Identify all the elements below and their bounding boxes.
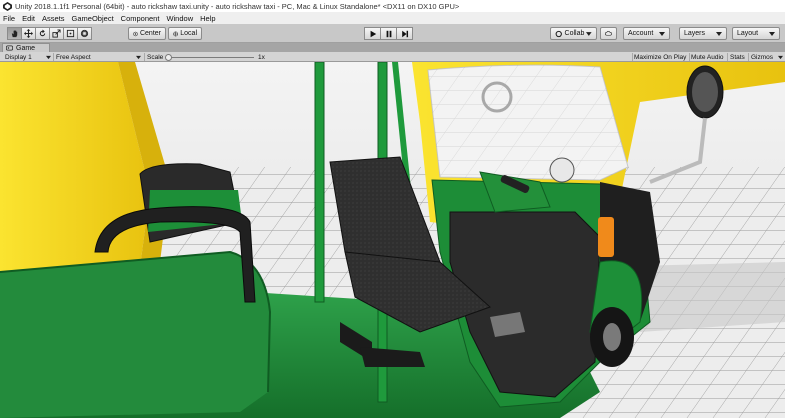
divider — [53, 53, 54, 61]
main-toolbar: Center Local Collab Account Layers Layou… — [0, 24, 785, 43]
tab-game-label: Game — [16, 44, 36, 52]
move-arrows-icon — [24, 29, 33, 38]
chevron-down-icon — [716, 31, 722, 36]
tab-game[interactable]: Game — [2, 43, 50, 52]
scale-icon — [52, 29, 61, 38]
window-title: Unity 2018.1.1f1 Personal (64bit) - auto… — [15, 1, 460, 11]
menu-bar: File Edit Assets GameObject Component Wi… — [0, 12, 785, 24]
pause-button[interactable] — [380, 27, 397, 40]
hand-tool-button[interactable] — [7, 27, 22, 40]
rect-tool-button[interactable] — [63, 27, 78, 40]
collab-button[interactable]: Collab — [550, 27, 597, 40]
speedometer — [549, 157, 575, 183]
step-icon — [401, 30, 408, 37]
side-mirror-glass — [692, 72, 718, 112]
rotate-icon — [39, 29, 46, 37]
mute-audio-toggle[interactable]: Mute Audio — [691, 52, 724, 62]
layers-dropdown: Layers — [679, 27, 727, 40]
account-label: Account — [628, 30, 654, 37]
rect-icon — [66, 29, 75, 38]
gizmos-label: Gizmos — [751, 53, 774, 61]
unity-logo-icon — [2, 1, 12, 11]
display-dropdown[interactable]: Display 1 — [5, 52, 51, 62]
scale-slider-thumb[interactable] — [165, 54, 172, 61]
cloud-button[interactable] — [600, 27, 617, 40]
menu-gameobject[interactable]: GameObject — [72, 14, 114, 23]
menu-window[interactable]: Window — [166, 14, 193, 23]
layers-label: Layers — [684, 30, 706, 37]
pause-icon — [386, 30, 391, 37]
menu-help[interactable]: Help — [200, 14, 215, 23]
layout-dropdown: Layout — [732, 27, 780, 40]
transform-tool-button[interactable] — [77, 27, 92, 40]
game-tab-bar: Game — [0, 43, 785, 52]
divider — [727, 53, 728, 61]
chevron-down-icon — [586, 31, 592, 36]
step-button[interactable] — [396, 27, 413, 40]
transform-tools — [7, 27, 92, 40]
game-controller-icon — [6, 45, 13, 51]
game-control-bar: Display 1 Free Aspect Scale 1x Maximize … — [0, 52, 785, 62]
chevron-down-icon — [46, 55, 51, 59]
pivot-center-button[interactable]: Center — [128, 27, 166, 40]
layout-button[interactable]: Layout — [732, 27, 780, 40]
scale-tool-button[interactable] — [49, 27, 64, 40]
chevron-down-icon — [778, 55, 783, 59]
gizmos-dropdown[interactable]: Gizmos — [751, 52, 783, 62]
divider — [689, 53, 690, 61]
stats-toggle[interactable]: Stats — [730, 52, 745, 62]
collab-group: Collab — [550, 27, 617, 40]
seat-cushion — [0, 252, 270, 418]
hand-icon — [11, 30, 18, 38]
collab-label: Collab — [564, 30, 585, 37]
menu-assets[interactable]: Assets — [42, 14, 65, 23]
display-label: Display 1 — [5, 53, 32, 61]
playmode-controls — [364, 27, 413, 40]
divider — [144, 53, 145, 61]
divider — [748, 53, 749, 61]
scale-value: 1x — [258, 53, 265, 61]
account-dropdown: Account — [623, 27, 670, 40]
chevron-down-icon — [136, 55, 141, 59]
pivot-space-button[interactable]: Local — [168, 27, 202, 40]
menu-edit[interactable]: Edit — [22, 14, 35, 23]
scale-label: Scale — [147, 53, 164, 61]
wheel-hub — [603, 323, 621, 351]
account-button[interactable]: Account — [623, 27, 670, 40]
transform-icon — [80, 29, 89, 38]
maximize-on-play-toggle[interactable]: Maximize On Play — [634, 52, 686, 62]
aspect-label: Free Aspect — [56, 53, 91, 61]
menu-component[interactable]: Component — [121, 14, 160, 23]
divider — [632, 53, 633, 61]
collab-icon — [555, 30, 562, 37]
layers-button[interactable]: Layers — [679, 27, 727, 40]
aspect-dropdown[interactable]: Free Aspect — [56, 52, 141, 62]
pole-left — [314, 62, 325, 303]
pivot-icon — [133, 31, 138, 36]
scale-slider-track[interactable] — [169, 57, 254, 58]
move-tool-button[interactable] — [21, 27, 36, 40]
rotate-tool-button[interactable] — [35, 27, 50, 40]
local-space-icon — [173, 31, 179, 36]
play-button[interactable] — [364, 27, 381, 40]
scene-render — [0, 62, 785, 418]
chevron-down-icon — [659, 31, 665, 36]
indicator-light — [598, 217, 614, 257]
layout-label: Layout — [737, 30, 759, 37]
title-bar: Unity 2018.1.1f1 Personal (64bit) - auto… — [0, 0, 785, 12]
game-viewport[interactable] — [0, 62, 785, 418]
cloud-icon — [605, 31, 612, 36]
menu-file[interactable]: File — [3, 14, 15, 23]
pivot-label: Center — [139, 30, 161, 37]
space-label: Local — [180, 30, 197, 37]
play-icon — [370, 30, 376, 37]
pivot-group: Center Local — [128, 27, 202, 40]
chevron-down-icon — [769, 31, 775, 36]
